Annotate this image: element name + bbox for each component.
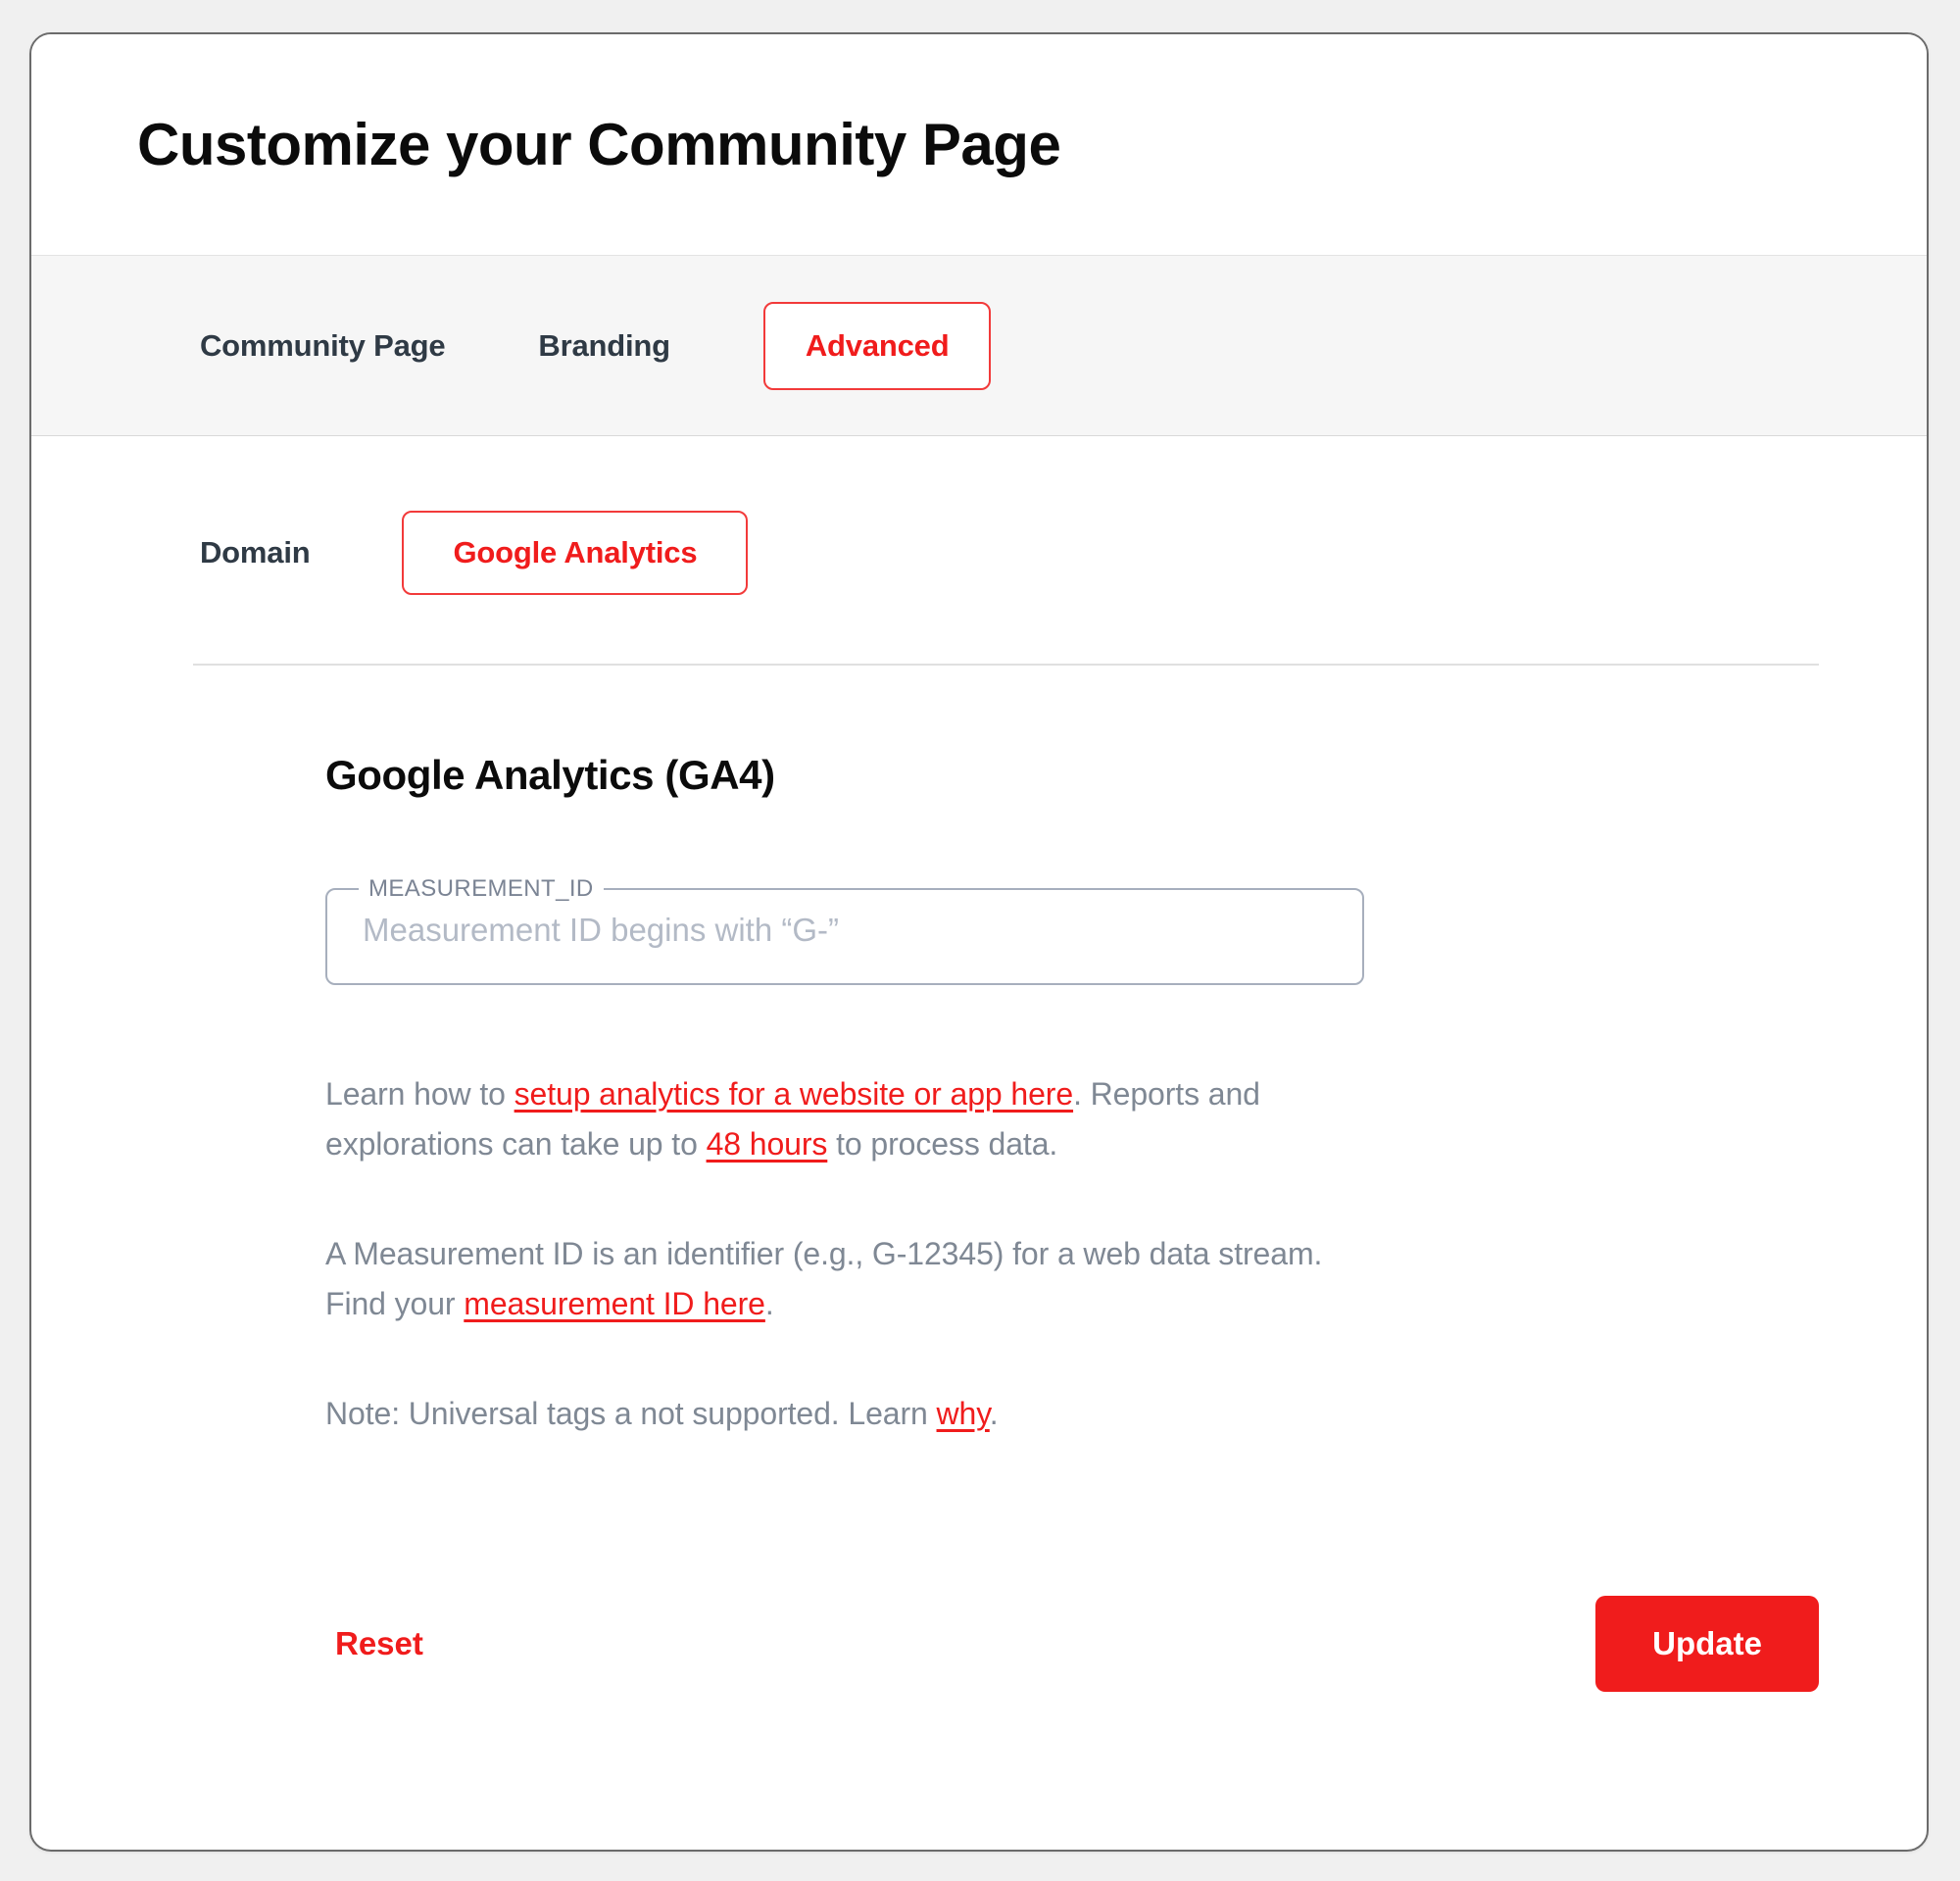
setup-analytics-link[interactable]: setup analytics for a website or app her…	[514, 1076, 1074, 1112]
page-title: Customize your Community Page	[137, 111, 1061, 177]
reset-button[interactable]: Reset	[325, 1608, 433, 1680]
update-button[interactable]: Update	[1595, 1595, 1819, 1692]
help-text-3: to process data.	[827, 1125, 1058, 1162]
tab-community-page[interactable]: Community Page	[200, 328, 446, 364]
subtab-domain[interactable]: Domain	[200, 535, 311, 570]
section-title: Google Analytics (GA4)	[325, 752, 775, 798]
form-actions: Reset Update	[31, 1595, 1927, 1692]
secondary-tabbar: Domain Google Analytics	[31, 436, 1927, 595]
subtab-google-analytics[interactable]: Google Analytics	[402, 511, 749, 595]
note-text-1: Note: Universal tags a not supported. Le…	[325, 1396, 937, 1432]
google-analytics-section: Google Analytics (GA4) MEASUREMENT_ID Le…	[31, 666, 1927, 1439]
48-hours-link[interactable]: 48 hours	[707, 1126, 828, 1162]
learn-why-link[interactable]: why	[937, 1396, 990, 1431]
card-header: Customize your Community Page	[31, 34, 1927, 255]
tab-branding[interactable]: Branding	[538, 328, 670, 364]
analytics-help-paragraph: Learn how to setup analytics for a websi…	[325, 1069, 1374, 1168]
card-body: Domain Google Analytics Google Analytics…	[31, 436, 1927, 1692]
explainer-text-2: .	[764, 1285, 774, 1321]
tab-advanced[interactable]: Advanced	[762, 301, 992, 390]
customize-card: Customize your Community Page Community …	[29, 32, 1929, 1852]
primary-tabbar: Community Page Branding Advanced	[31, 255, 1927, 436]
note-text-2: .	[989, 1396, 999, 1432]
measurement-id-input[interactable]	[325, 875, 1364, 985]
universal-tags-note-paragraph: Note: Universal tags a not supported. Le…	[325, 1389, 1374, 1439]
measurement-id-here-link[interactable]: measurement ID here	[464, 1286, 765, 1321]
app-root: Customize your Community Page Community …	[0, 0, 1960, 1881]
measurement-id-explainer-paragraph: A Measurement ID is an identifier (e.g.,…	[325, 1229, 1374, 1328]
measurement-id-field: MEASUREMENT_ID	[325, 875, 1364, 985]
help-text-1: Learn how to	[325, 1076, 514, 1112]
